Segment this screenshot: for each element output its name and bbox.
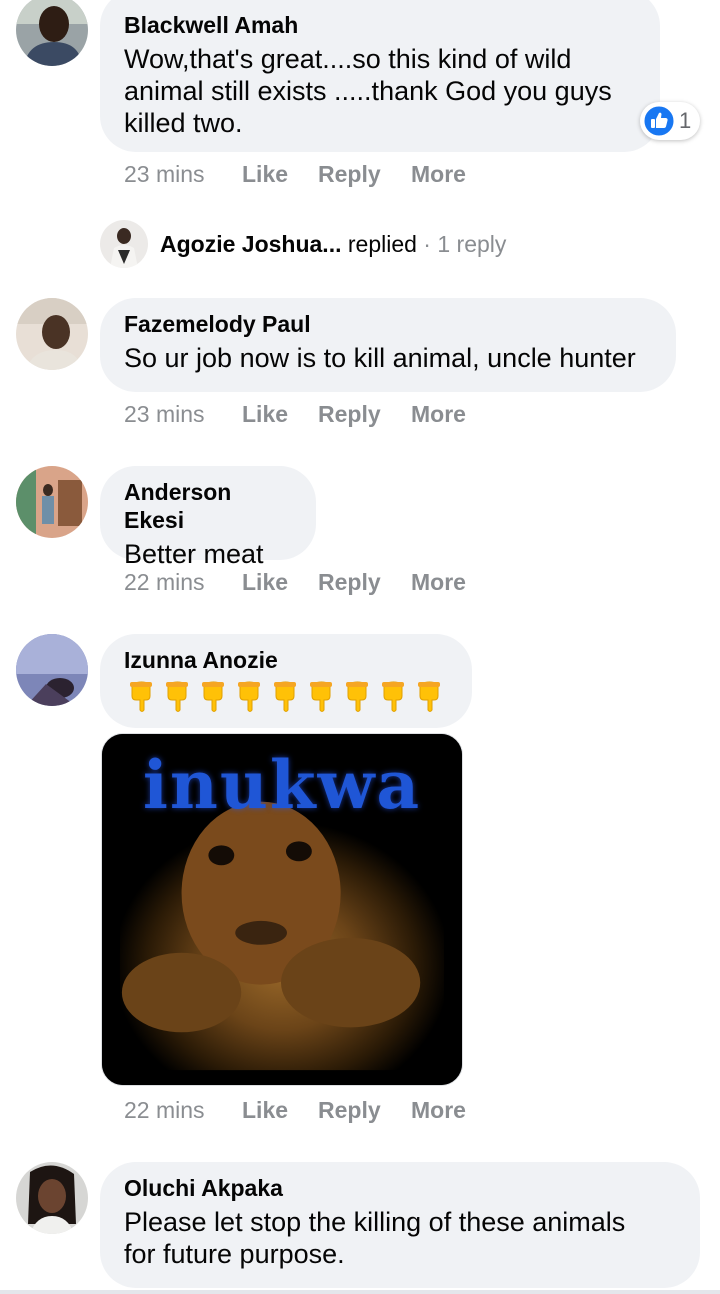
- backhand-index-pointing-down-icon: [346, 681, 368, 712]
- reply-count[interactable]: 1 reply: [437, 231, 506, 257]
- avatar[interactable]: [16, 0, 88, 66]
- reply-separator: ·: [416, 231, 438, 257]
- emoji-row: [124, 678, 448, 714]
- like-button[interactable]: Like: [242, 159, 288, 189]
- more-button[interactable]: More: [411, 159, 466, 189]
- reply-action: replied: [341, 231, 417, 257]
- reply-summary: Agozie Joshua... replied · 1 reply: [160, 228, 506, 260]
- like-button[interactable]: Like: [242, 567, 288, 597]
- attachment-text: inukwa: [142, 746, 422, 824]
- reply-author[interactable]: Agozie Joshua...: [160, 231, 341, 257]
- backhand-index-pointing-down-icon: [310, 681, 332, 712]
- reply-button[interactable]: Reply: [318, 567, 381, 597]
- avatar[interactable]: [16, 466, 88, 538]
- backhand-index-pointing-down-icon: [274, 681, 296, 712]
- comment-author[interactable]: Fazemelody Paul: [124, 310, 652, 338]
- reaction-badge[interactable]: 1: [640, 102, 700, 140]
- avatar[interactable]: [16, 298, 88, 370]
- divider: [0, 1290, 720, 1294]
- comment-author[interactable]: Oluchi Akpaka: [124, 1174, 676, 1202]
- comment-timestamp: 22 mins: [124, 569, 205, 595]
- thumbs-up-icon: [643, 105, 675, 137]
- like-button[interactable]: Like: [242, 399, 288, 429]
- comment-thread: Blackwell Amah Wow,that's great....so th…: [0, 0, 720, 1294]
- backhand-index-pointing-down-icon: [382, 681, 404, 712]
- comment-bubble: Izunna Anozie: [100, 634, 472, 728]
- avatar[interactable]: [16, 634, 88, 706]
- comment-author[interactable]: Anderson Ekesi: [124, 478, 292, 534]
- comment-bubble: Blackwell Amah Wow,that's great....so th…: [100, 0, 660, 152]
- comment-text: Please let stop the killing of these ani…: [124, 1207, 626, 1269]
- comment-timestamp: 22 mins: [124, 1097, 205, 1123]
- comment-author[interactable]: Izunna Anozie: [124, 646, 448, 674]
- comment-bubble: Anderson Ekesi Better meat: [100, 466, 316, 569]
- backhand-index-pointing-down-icon: [166, 681, 188, 712]
- reply-button[interactable]: Reply: [318, 399, 381, 429]
- comment-bubble: Oluchi Akpaka Please let stop the killin…: [100, 1162, 700, 1288]
- reaction-count: 1: [679, 108, 692, 133]
- avatar[interactable]: [16, 1162, 88, 1234]
- more-button[interactable]: More: [411, 567, 466, 597]
- comment-text: Better meat: [124, 539, 264, 569]
- more-button[interactable]: More: [411, 399, 466, 429]
- backhand-index-pointing-down-icon: [130, 681, 152, 712]
- comment-timestamp: 23 mins: [124, 161, 205, 187]
- backhand-index-pointing-down-icon: [202, 681, 224, 712]
- comment-text: So ur job now is to kill animal, uncle h…: [124, 343, 636, 373]
- backhand-index-pointing-down-icon: [418, 681, 440, 712]
- reply-button[interactable]: Reply: [318, 1095, 381, 1125]
- comment-author[interactable]: Blackwell Amah: [124, 11, 636, 39]
- reply-button[interactable]: Reply: [318, 159, 381, 189]
- avatar: [100, 220, 148, 268]
- comment-text: Wow,that's great....so this kind of wild…: [124, 44, 612, 138]
- comment-bubble: Fazemelody Paul So ur job now is to kill…: [100, 298, 676, 392]
- more-button[interactable]: More: [411, 1095, 466, 1125]
- comment-timestamp: 23 mins: [124, 401, 205, 427]
- image-attachment[interactable]: inukwa: [101, 733, 463, 1086]
- like-button[interactable]: Like: [242, 1095, 288, 1125]
- backhand-index-pointing-down-icon: [238, 681, 260, 712]
